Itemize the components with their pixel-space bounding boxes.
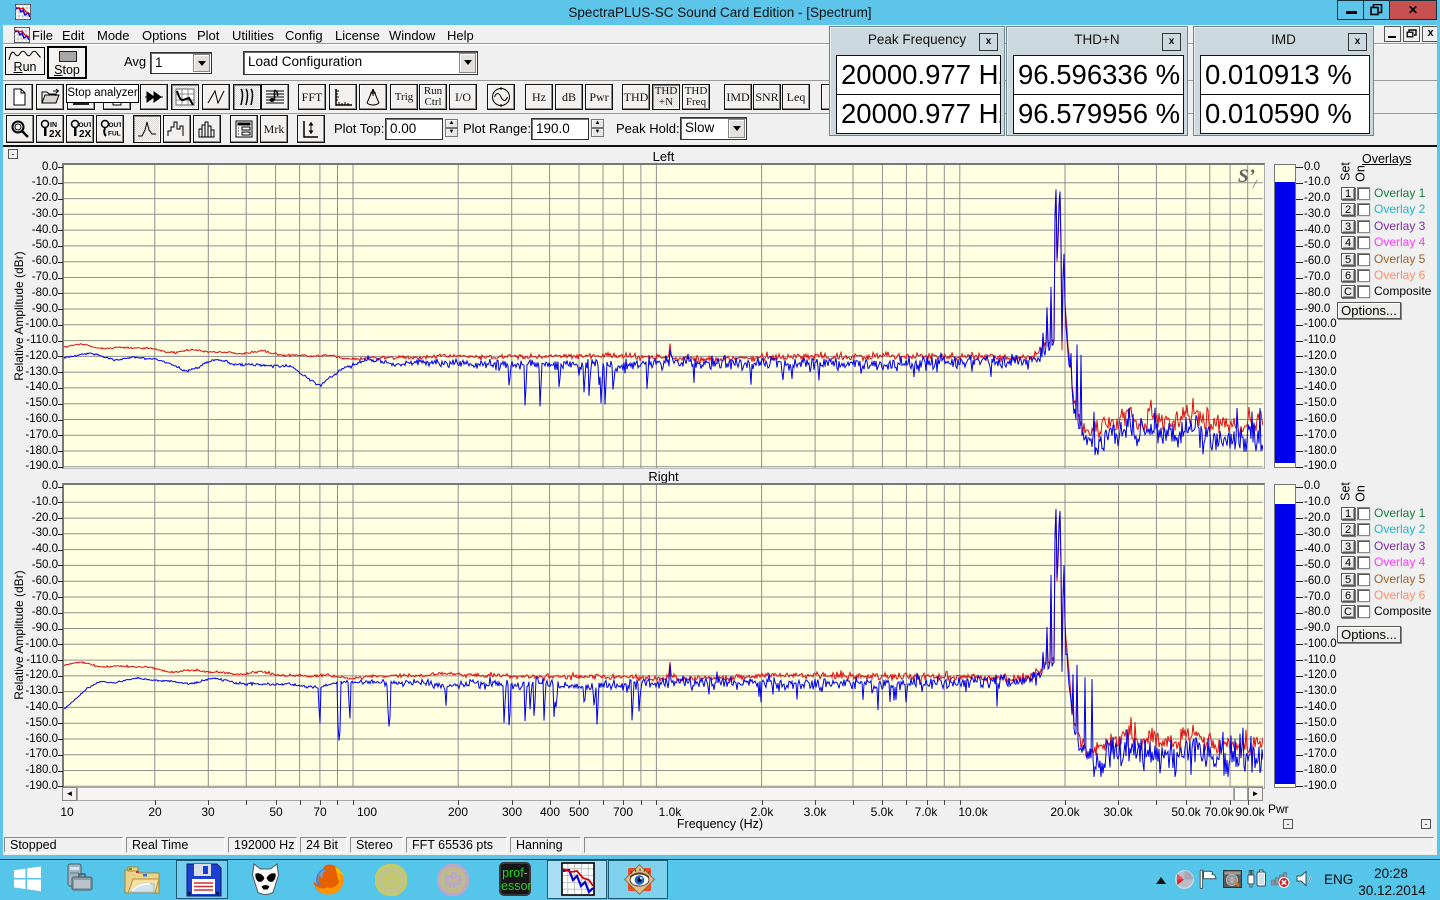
svg-text:IN: IN xyxy=(50,122,57,129)
svg-text:2X: 2X xyxy=(49,129,61,139)
svg-text:2X: 2X xyxy=(79,129,91,139)
svg-text:FULL: FULL xyxy=(108,131,121,138)
svg-text:OUT: OUT xyxy=(109,122,122,129)
svg-text:OUT: OUT xyxy=(79,122,92,129)
